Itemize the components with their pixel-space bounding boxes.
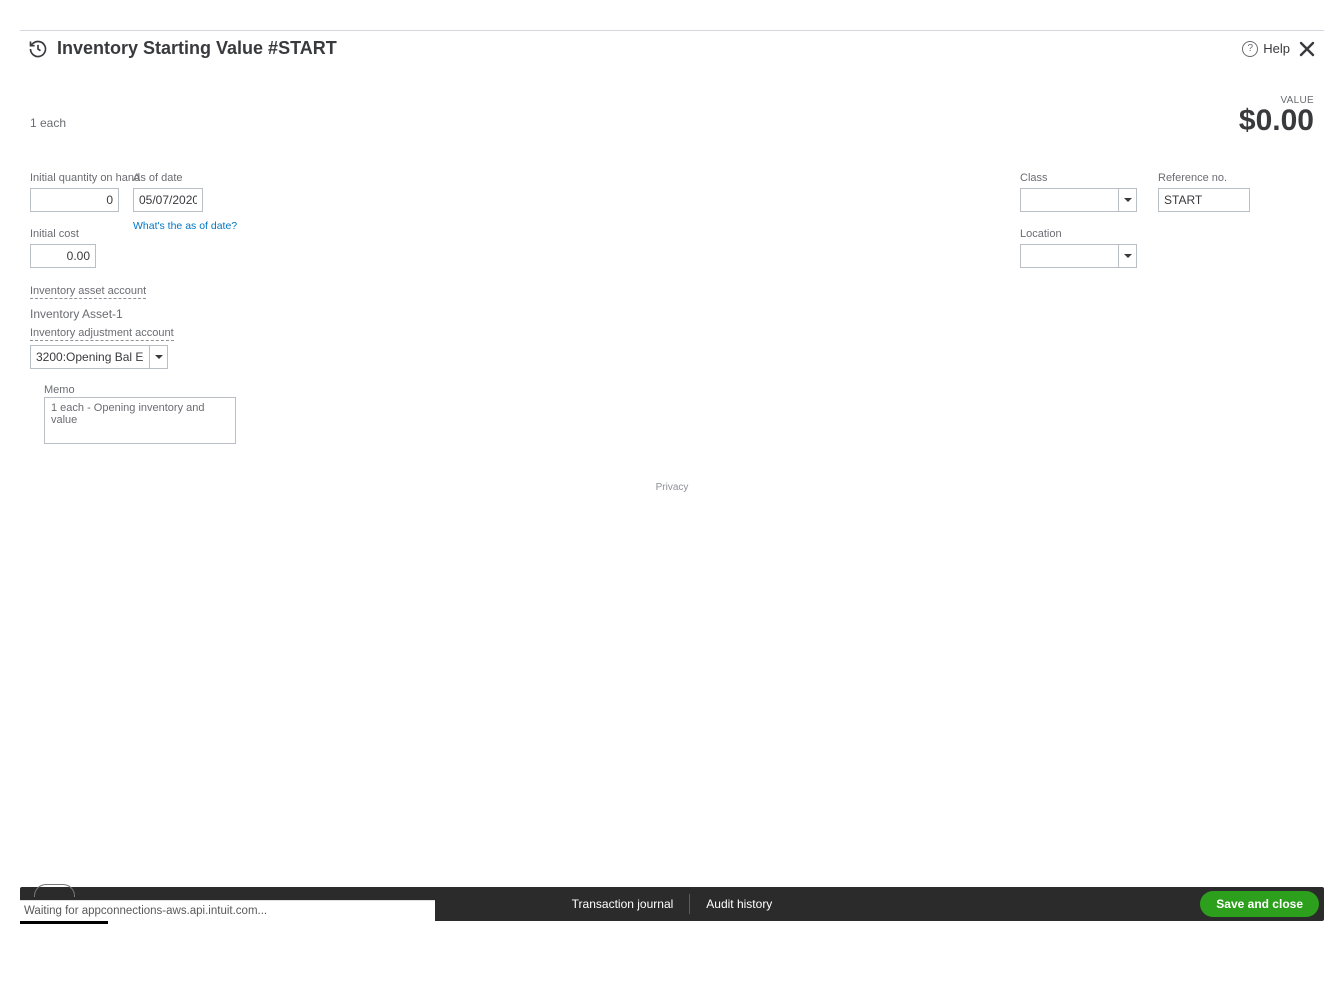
location-select[interactable]	[1020, 244, 1137, 268]
footer-center: Transaction journal Audit history	[556, 894, 789, 914]
initial-cost-label: Initial cost	[30, 228, 96, 240]
help-label: Help	[1263, 41, 1290, 56]
close-icon[interactable]	[1298, 40, 1316, 58]
initial-qty-label: Initial quantity on hand	[30, 172, 140, 184]
as-of-date-field: As of date What's the as of date?	[133, 172, 237, 234]
initial-cost-field: Initial cost	[30, 228, 96, 268]
top-divider	[20, 30, 1324, 31]
initial-cost-input[interactable]	[30, 244, 96, 268]
inventory-asset-label: Inventory asset account	[30, 285, 146, 299]
chevron-down-icon[interactable]	[1119, 188, 1137, 212]
header-right: ? Help	[1242, 40, 1316, 58]
inventory-asset-field: Inventory asset account Inventory Asset-…	[30, 281, 146, 321]
inventory-adjustment-label: Inventory adjustment account	[30, 327, 174, 341]
header-left: Inventory Starting Value #START	[28, 38, 337, 59]
class-input[interactable]	[1020, 188, 1119, 212]
class-select[interactable]	[1020, 188, 1137, 212]
value-amount: $0.00	[1239, 104, 1314, 138]
audit-history-link[interactable]: Audit history	[690, 897, 788, 911]
status-progress	[20, 921, 108, 924]
page-title: Inventory Starting Value #START	[57, 38, 337, 59]
browser-status-bar: Waiting for appconnections-aws.api.intui…	[20, 900, 435, 921]
cancel-button-partial[interactable]	[34, 884, 75, 897]
chevron-down-icon[interactable]	[1119, 244, 1137, 268]
chevron-down-icon[interactable]	[150, 345, 168, 369]
inventory-asset-value: Inventory Asset-1	[30, 307, 146, 321]
as-of-date-label: As of date	[133, 172, 237, 184]
inventory-adjustment-field: Inventory adjustment account	[30, 323, 174, 369]
as-of-date-help-link[interactable]: What's the as of date?	[133, 220, 237, 232]
unit-line: 1 each	[30, 116, 66, 130]
transaction-journal-link[interactable]: Transaction journal	[556, 897, 690, 911]
as-of-date-input[interactable]	[133, 188, 203, 212]
value-block: VALUE $0.00	[1239, 95, 1314, 138]
help-button[interactable]: ? Help	[1242, 41, 1290, 57]
initial-qty-input[interactable]	[30, 188, 119, 212]
history-icon[interactable]	[28, 39, 48, 59]
page-header: Inventory Starting Value #START ? Help	[28, 38, 1316, 59]
privacy-link[interactable]: Privacy	[0, 482, 1344, 493]
reference-input[interactable]	[1158, 188, 1250, 212]
location-label: Location	[1020, 228, 1137, 240]
class-field: Class	[1020, 172, 1137, 212]
location-input[interactable]	[1020, 244, 1119, 268]
reference-field: Reference no.	[1158, 172, 1250, 212]
reference-label: Reference no.	[1158, 172, 1250, 184]
initial-qty-field: Initial quantity on hand	[30, 172, 140, 212]
location-field: Location	[1020, 228, 1137, 268]
save-and-close-button[interactable]: Save and close	[1200, 891, 1319, 917]
memo-input[interactable]	[44, 397, 236, 444]
help-icon: ?	[1242, 41, 1258, 57]
inventory-adjustment-input[interactable]	[30, 345, 150, 369]
memo-label: Memo	[44, 384, 75, 396]
inventory-adjustment-select[interactable]	[30, 345, 174, 369]
class-label: Class	[1020, 172, 1137, 184]
